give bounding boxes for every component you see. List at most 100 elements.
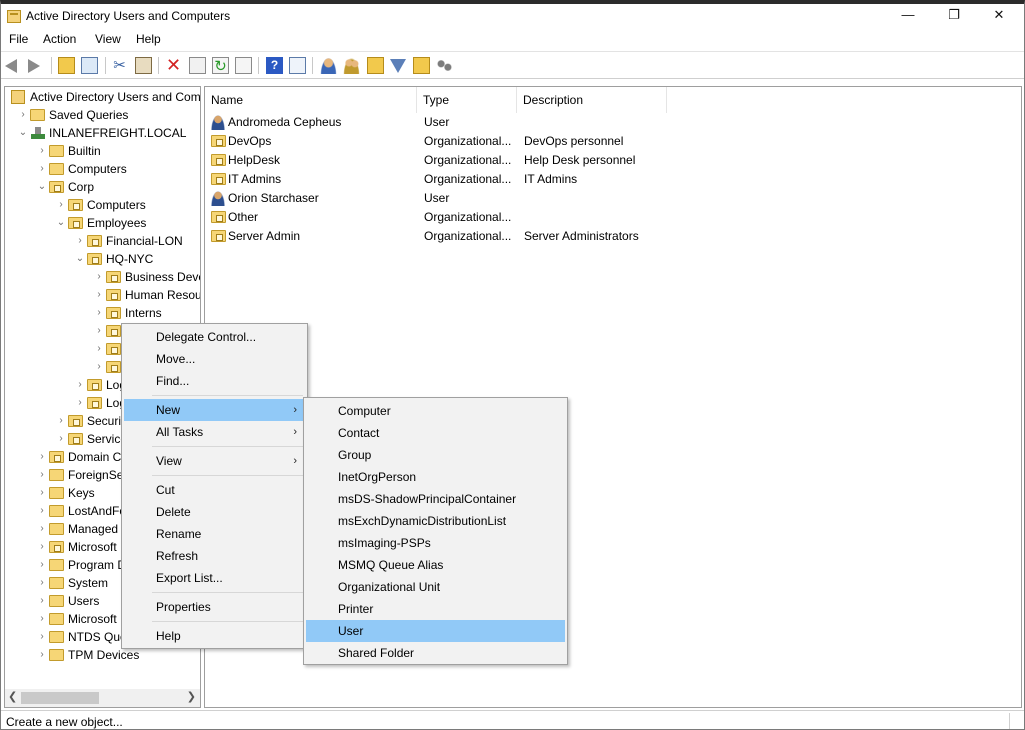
context-menu-item-delegate-control[interactable]: Delegate Control... [124,326,305,348]
collapse-chevron-icon[interactable]: ⌄ [37,178,47,196]
context-menu-item-view[interactable]: View › [124,450,305,472]
scrollbar-thumb[interactable] [21,692,99,704]
tree-node[interactable]: ⌄ Corp [5,178,200,196]
tree-node[interactable]: › Computers [5,160,200,178]
expand-chevron-icon[interactable]: › [75,232,85,250]
collapse-chevron-icon[interactable]: ⌄ [18,124,28,142]
expand-chevron-icon[interactable]: › [94,268,104,286]
menu-file[interactable]: File [9,32,28,46]
context-menu-item-cut[interactable]: Cut [124,479,305,501]
expand-chevron-icon[interactable]: › [37,520,47,538]
column-header-name[interactable]: Name [205,87,417,113]
tree-node[interactable]: ⌄ HQ-NYC [5,250,200,268]
list-item[interactable]: DevOps Organizational... DevOps personnel [205,132,1021,151]
new-submenu-item-group[interactable]: Group [306,444,565,466]
tree-node[interactable]: › Financial-LON [5,232,200,250]
show-action-pane-icon[interactable] [289,57,306,74]
create-ou-icon[interactable] [367,57,384,74]
context-menu-item-export-list[interactable]: Export List... [124,567,305,589]
menu-view[interactable]: View [95,32,121,46]
context-menu-item-find[interactable]: Find... [124,370,305,392]
expand-chevron-icon[interactable]: › [37,574,47,592]
new-submenu-item-msimaging-psps[interactable]: msImaging-PSPs [306,532,565,554]
tree-node[interactable]: › Saved Queries [5,106,200,124]
new-submenu-item-user[interactable]: User [306,620,565,642]
tree-node[interactable]: Active Directory Users and Com [5,88,200,106]
new-submenu-item-contact[interactable]: Contact [306,422,565,444]
new-submenu-item-msds-shadowprincipalcontainer[interactable]: msDS-ShadowPrincipalContainer [306,488,565,510]
paste-icon[interactable] [135,57,152,74]
expand-chevron-icon[interactable]: › [37,538,47,556]
tree-horizontal-scrollbar[interactable]: ❮ ❯ [5,689,200,707]
expand-chevron-icon[interactable]: › [75,394,85,412]
create-user-icon[interactable] [320,57,337,74]
minimize-button[interactable]: — [885,4,931,28]
back-icon[interactable] [5,59,17,73]
context-menu-item-refresh[interactable]: Refresh [124,545,305,567]
collapse-chevron-icon[interactable]: ⌄ [56,214,66,232]
maximize-button[interactable]: ❐ [931,4,977,28]
context-menu-item-help[interactable]: Help [124,625,305,647]
context-menu-item-move[interactable]: Move... [124,348,305,370]
list-item[interactable]: IT Admins Organizational... IT Admins [205,170,1021,189]
tree-node[interactable]: › Interns [5,304,200,322]
new-submenu-item-printer[interactable]: Printer [306,598,565,620]
menu-action[interactable]: Action [43,32,76,46]
expand-chevron-icon[interactable]: › [37,502,47,520]
expand-chevron-icon[interactable]: › [37,628,47,646]
context-menu-item-new[interactable]: New › [124,399,305,421]
tree-node[interactable]: › Human Resou [5,286,200,304]
list-item[interactable]: Other Organizational... [205,208,1021,227]
menu-help[interactable]: Help [136,32,161,46]
expand-chevron-icon[interactable]: › [94,358,104,376]
list-item[interactable]: Andromeda Cepheus User [205,113,1021,132]
filter-icon[interactable] [390,59,406,73]
expand-chevron-icon[interactable]: › [94,304,104,322]
context-menu-item-rename[interactable]: Rename [124,523,305,545]
new-submenu-item-shared-folder[interactable]: Shared Folder [306,642,565,664]
tree-node[interactable]: ⌄ INLANEFREIGHT.LOCAL [5,124,200,142]
forward-icon[interactable] [28,59,40,73]
expand-chevron-icon[interactable]: › [18,106,28,124]
cut-icon[interactable]: ✂ [111,57,128,74]
list-item[interactable]: HelpDesk Organizational... Help Desk perso… [205,151,1021,170]
expand-chevron-icon[interactable]: › [56,196,66,214]
list-item[interactable]: Server Admin Organizational... Server Admi… [205,227,1021,246]
properties-icon[interactable] [189,57,206,74]
export-list-icon[interactable] [235,57,252,74]
column-header-description[interactable]: Description [517,87,667,113]
add-to-group-icon[interactable] [436,57,453,74]
expand-chevron-icon[interactable]: › [94,340,104,358]
up-one-level-icon[interactable] [58,57,75,74]
context-menu-item-delete[interactable]: Delete [124,501,305,523]
expand-chevron-icon[interactable]: › [37,556,47,574]
refresh-icon[interactable]: ↻ [212,57,229,75]
tree-node[interactable]: › Builtin [5,142,200,160]
expand-chevron-icon[interactable]: › [75,376,85,394]
delete-icon[interactable]: ✕ [165,56,182,74]
new-submenu-item-computer[interactable]: Computer [306,400,565,422]
new-submenu-item-msexchdynamicdistributionlist[interactable]: msExchDynamicDistributionList [306,510,565,532]
close-button[interactable]: ✕ [976,4,1022,28]
expand-chevron-icon[interactable]: › [94,286,104,304]
show-hide-console-tree-icon[interactable] [81,57,98,74]
help-icon[interactable]: ? [266,57,283,74]
expand-chevron-icon[interactable]: › [37,646,47,664]
expand-chevron-icon[interactable]: › [94,322,104,340]
expand-chevron-icon[interactable]: › [37,142,47,160]
expand-chevron-icon[interactable]: › [37,160,47,178]
expand-chevron-icon[interactable]: › [56,412,66,430]
expand-chevron-icon[interactable]: › [37,592,47,610]
scroll-left-icon[interactable]: ❮ [8,690,17,703]
context-menu-item-properties[interactable]: Properties [124,596,305,618]
create-group-icon[interactable] [343,57,360,74]
expand-chevron-icon[interactable]: › [37,610,47,628]
scroll-right-icon[interactable]: ❯ [187,690,196,703]
context-menu-item-all-tasks[interactable]: All Tasks › [124,421,305,443]
tree-node[interactable]: › Computers [5,196,200,214]
expand-chevron-icon[interactable]: › [56,430,66,448]
expand-chevron-icon[interactable]: › [37,466,47,484]
list-item[interactable]: Orion Starchaser User [205,189,1021,208]
new-submenu-item-organizational-unit[interactable]: Organizational Unit [306,576,565,598]
expand-chevron-icon[interactable]: › [37,448,47,466]
